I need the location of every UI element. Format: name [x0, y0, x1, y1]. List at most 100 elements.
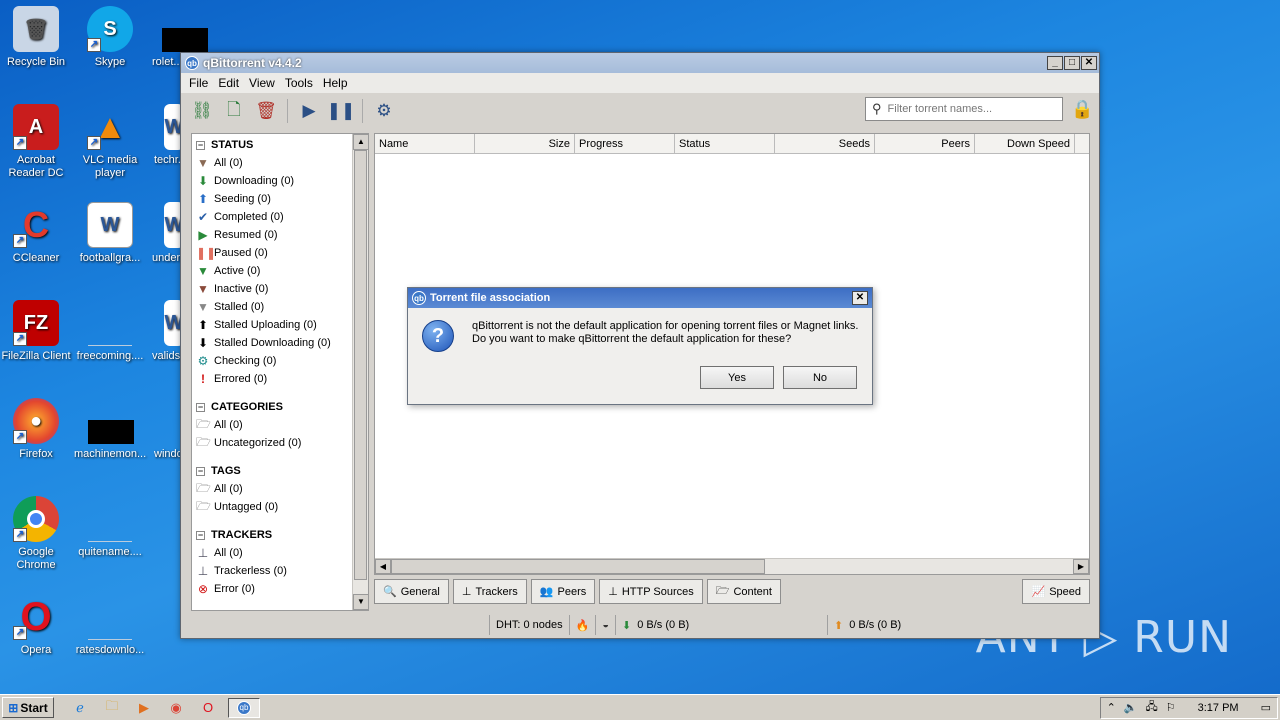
trackers-heading[interactable]: − TRACKERS: [192, 526, 368, 544]
close-button[interactable]: ✕: [1081, 56, 1097, 70]
status-heading[interactable]: − STATUS: [192, 136, 368, 154]
no-button[interactable]: No: [783, 366, 857, 389]
sidebar-scrollbar[interactable]: ▲ ▼: [352, 134, 368, 610]
minimize-button[interactable]: _: [1047, 56, 1063, 70]
column-progress[interactable]: Progress: [575, 134, 675, 153]
status-all[interactable]: ▼ All (0): [192, 154, 368, 172]
status-errored[interactable]: ! Errored (0): [192, 370, 368, 388]
tray-expand-icon[interactable]: ⌃: [1107, 701, 1116, 714]
menu-tools[interactable]: Tools: [281, 76, 319, 90]
table-hscrollbar[interactable]: ◀ ▶: [375, 558, 1089, 574]
tab-general[interactable]: 🔍 General: [374, 579, 449, 604]
yes-button[interactable]: Yes: [700, 366, 774, 389]
ie-icon[interactable]: ℯ: [68, 698, 92, 718]
column-down-speed[interactable]: Down Speed: [975, 134, 1075, 153]
tag-all[interactable]: 🗁 All (0): [192, 480, 368, 498]
show-desktop-icon[interactable]: ▭: [1261, 701, 1271, 714]
tab-peers[interactable]: 👥 Peers: [530, 579, 596, 604]
desktop-icon-quitename[interactable]: quitename....: [74, 496, 146, 559]
scroll-down-icon[interactable]: ▼: [353, 594, 368, 610]
scroll-right-icon[interactable]: ▶: [1073, 559, 1089, 574]
scroll-left-icon[interactable]: ◀: [375, 559, 391, 574]
media-player-icon[interactable]: ▶: [132, 698, 156, 718]
network-icon[interactable]: 🖧: [1145, 698, 1157, 717]
tab-trackers[interactable]: ⊥ Trackers: [452, 579, 527, 604]
tracker-trackerless[interactable]: ⊥ Trackerless (0): [192, 562, 368, 580]
clock[interactable]: 3:17 PM: [1198, 702, 1239, 714]
tab-content[interactable]: 🗁 Content: [706, 579, 781, 604]
status-inactive[interactable]: ▼ Inactive (0): [192, 280, 368, 298]
scroll-thumb[interactable]: [354, 150, 367, 580]
tab-http-sources[interactable]: ⊥ HTTP Sources: [599, 579, 703, 604]
dialog-close-button[interactable]: ✕: [852, 291, 868, 305]
tag-untagged[interactable]: 🗁 Untagged (0): [192, 498, 368, 516]
status-resumed[interactable]: ▶ Resumed (0): [192, 226, 368, 244]
desktop-icon-recycle-bin[interactable]: 🗑 Recycle Bin: [0, 6, 72, 69]
qbittorrent-logo-icon: qb: [185, 56, 199, 70]
opera-icon[interactable]: O: [196, 698, 220, 718]
tags-heading[interactable]: − TAGS: [192, 462, 368, 480]
pause-icon[interactable]: ❚❚: [327, 100, 356, 122]
desktop-icon-chrome[interactable]: ↗ Google Chrome: [0, 496, 72, 572]
chrome-icon[interactable]: ◉: [164, 698, 188, 718]
status-active[interactable]: ▼ Active (0): [192, 262, 368, 280]
tab-speed[interactable]: 📈 Speed: [1022, 579, 1090, 604]
status-checking[interactable]: ⚙ Checking (0): [192, 352, 368, 370]
action-center-flag-icon[interactable]: ⚐: [1166, 701, 1176, 714]
category-uncategorized[interactable]: 🗁 Uncategorized (0): [192, 434, 368, 452]
add-torrent-link-icon[interactable]: ⛓: [191, 100, 213, 122]
tracker-all[interactable]: ⊥ All (0): [192, 544, 368, 562]
qbittorrent-taskbar-button[interactable]: qb: [228, 697, 260, 718]
status-stalled-uploading[interactable]: ⬆ Stalled Uploading (0): [192, 316, 368, 334]
desktop-icon-freecoming[interactable]: freecoming....: [74, 300, 146, 363]
collapse-icon[interactable]: −: [196, 140, 205, 150]
desktop-icon-filezilla[interactable]: FZ ↗ FileZilla Client: [0, 300, 72, 363]
status-downloading[interactable]: ⬇ Downloading (0): [192, 172, 368, 190]
column-size[interactable]: Size: [475, 134, 575, 153]
tracker-error[interactable]: ⊗ Error (0): [192, 580, 368, 598]
add-torrent-file-icon[interactable]: 🗋: [223, 100, 245, 122]
explorer-icon[interactable]: 🗀: [100, 698, 124, 718]
column-peers[interactable]: Peers: [875, 134, 975, 153]
maximize-button[interactable]: □: [1064, 56, 1080, 70]
volume-icon[interactable]: 🔈: [1124, 701, 1138, 714]
collapse-icon[interactable]: −: [196, 466, 205, 476]
delete-icon[interactable]: 🗑: [255, 100, 277, 122]
category-all[interactable]: 🗁 All (0): [192, 416, 368, 434]
search-input[interactable]: ⚲ Filter torrent names...: [865, 97, 1063, 121]
lock-icon[interactable]: 🔒: [1071, 99, 1093, 119]
dialog-titlebar[interactable]: qb Torrent file association ✕: [408, 288, 872, 308]
menu-edit[interactable]: Edit: [214, 76, 245, 90]
desktop-icon-acrobat[interactable]: A ↗ Acrobat Reader DC: [0, 104, 72, 180]
column-status[interactable]: Status: [675, 134, 775, 153]
desktop-icon-footballgra[interactable]: W footballgra...: [74, 202, 146, 265]
desktop-icon-ccleaner[interactable]: C ↗ CCleaner: [0, 202, 72, 265]
status-stalled-downloading[interactable]: ⬇ Stalled Downloading (0): [192, 334, 368, 352]
connection-icon[interactable]: 🔥: [568, 615, 596, 635]
menu-file[interactable]: File: [185, 76, 214, 90]
menu-help[interactable]: Help: [319, 76, 354, 90]
collapse-icon[interactable]: −: [196, 402, 205, 412]
desktop-icon-firefox[interactable]: ● ↗ Firefox: [0, 398, 72, 461]
status-stalled[interactable]: ▼ Stalled (0): [192, 298, 368, 316]
status-paused[interactable]: ❚❚ Paused (0): [192, 244, 368, 262]
status-seeding[interactable]: ⬆ Seeding (0): [192, 190, 368, 208]
collapse-icon[interactable]: −: [196, 530, 205, 540]
start-button[interactable]: ⊞ Start: [2, 697, 54, 718]
column-seeds[interactable]: Seeds: [775, 134, 875, 153]
desktop-icon-machinemon[interactable]: machinemon...: [74, 398, 146, 461]
resume-icon[interactable]: ▶: [298, 100, 320, 122]
speed-limit-icon[interactable]: ◒: [595, 615, 615, 635]
desktop-icon-vlc[interactable]: ▲ ↗ VLC media player: [74, 104, 146, 180]
column-name[interactable]: Name: [375, 134, 475, 153]
window-titlebar[interactable]: qb qBittorrent v4.4.2 _ □ ✕: [181, 53, 1099, 73]
scroll-up-icon[interactable]: ▲: [353, 134, 368, 150]
options-gear-icon[interactable]: ⚙: [373, 100, 395, 122]
desktop-icon-opera[interactable]: O ↗ Opera: [0, 594, 72, 657]
categories-heading[interactable]: − CATEGORIES: [192, 398, 368, 416]
desktop-icon-ratesdownlo[interactable]: ratesdownlo...: [74, 594, 146, 657]
menu-view[interactable]: View: [245, 76, 281, 90]
status-completed[interactable]: ✔ Completed (0): [192, 208, 368, 226]
desktop-icon-skype[interactable]: S ↗ Skype: [74, 6, 146, 69]
scroll-thumb[interactable]: [391, 559, 765, 574]
